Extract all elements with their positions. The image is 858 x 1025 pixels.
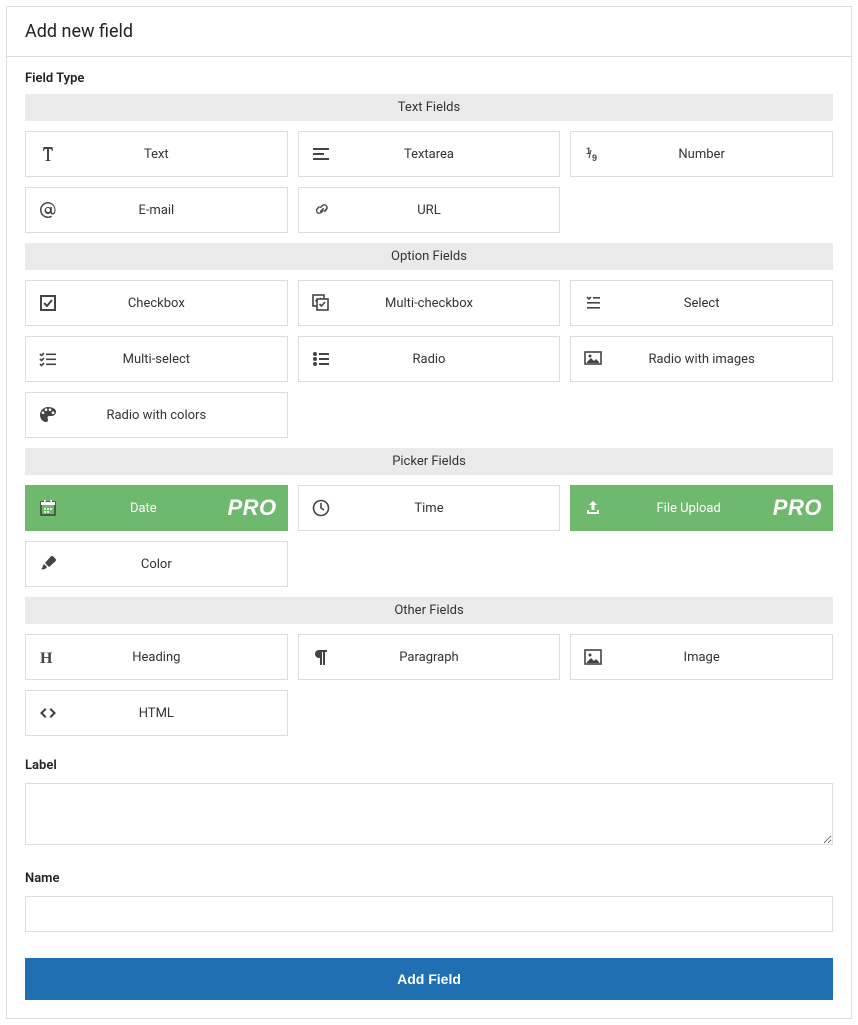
label-input[interactable]: [25, 783, 833, 845]
field-type-grid: Heading Paragraph Image HTML: [25, 634, 833, 736]
field-type-card-paragraph[interactable]: Paragraph: [298, 634, 561, 680]
field-type-card-radio-with-images[interactable]: Radio with images: [570, 336, 833, 382]
link-icon: [299, 200, 343, 220]
field-type-label: Radio with colors: [70, 408, 287, 423]
field-type-label: Select: [615, 296, 832, 311]
checkbox-icon: [26, 293, 70, 313]
field-type-label: URL: [343, 203, 560, 218]
field-type-label: Checkbox: [70, 296, 287, 311]
field-type-card-select[interactable]: Select: [570, 280, 833, 326]
clock-icon: [299, 498, 343, 518]
upload-icon: [571, 498, 615, 518]
field-type-label: Field Type: [25, 71, 833, 86]
field-type-label: Radio: [343, 352, 560, 367]
field-type-label: Color: [70, 557, 287, 572]
group-header: Picker Fields: [25, 448, 833, 475]
add-field-button[interactable]: Add Field: [25, 958, 833, 1000]
palette-icon: [26, 405, 70, 425]
paragraph-icon: [299, 647, 343, 667]
multi-select-icon: [26, 349, 70, 369]
align-left-icon: [299, 144, 343, 164]
field-type-label: Radio with images: [615, 352, 832, 367]
field-type-label: Heading: [70, 650, 287, 665]
pro-badge: PRO: [773, 495, 822, 521]
field-type-card-html[interactable]: HTML: [25, 690, 288, 736]
field-type-card-heading[interactable]: Heading: [25, 634, 288, 680]
field-type-card-multi-checkbox[interactable]: Multi-checkbox: [298, 280, 561, 326]
field-type-card-number[interactable]: Number: [570, 131, 833, 177]
field-type-label: Multi-select: [70, 352, 287, 367]
field-type-card-image[interactable]: Image: [570, 634, 833, 680]
add-field-panel: Add new field Field Type Text Fields Text…: [6, 6, 852, 1019]
radio-list-icon: [299, 349, 343, 369]
field-type-card-textarea[interactable]: Textarea: [298, 131, 561, 177]
field-type-card-color[interactable]: Color: [25, 541, 288, 587]
brush-icon: [26, 554, 70, 574]
field-type-card-date[interactable]: DatePRO: [25, 485, 288, 531]
group-header: Other Fields: [25, 597, 833, 624]
calendar-icon: [26, 498, 70, 518]
field-type-card-file-upload[interactable]: File UploadPRO: [570, 485, 833, 531]
field-type-grid: Checkbox Multi-checkbox Select Multi-select…: [25, 280, 833, 438]
field-type-label: HTML: [70, 706, 287, 721]
select-icon: [571, 293, 615, 313]
image-radio-icon: [571, 349, 615, 369]
at-icon: [26, 200, 70, 220]
image-icon: [571, 647, 615, 667]
label-field-label: Label: [25, 758, 833, 773]
font-icon: [26, 144, 70, 164]
panel-title: Add new field: [7, 7, 851, 57]
field-type-grid: Text Textarea Number E-mail URL: [25, 131, 833, 233]
one-nine-icon: [571, 144, 615, 164]
heading-icon: [26, 647, 70, 667]
code-icon: [26, 703, 70, 723]
field-type-card-time[interactable]: Time: [298, 485, 561, 531]
group-header: Text Fields: [25, 94, 833, 121]
field-type-label: Textarea: [343, 147, 560, 162]
name-input[interactable]: [25, 896, 833, 932]
group-header: Option Fields: [25, 243, 833, 270]
field-type-label: Image: [615, 650, 832, 665]
field-type-card-radio[interactable]: Radio: [298, 336, 561, 382]
field-type-label: Number: [615, 147, 832, 162]
field-type-label: Paragraph: [343, 650, 560, 665]
field-type-card-multi-select[interactable]: Multi-select: [25, 336, 288, 382]
pro-badge: PRO: [227, 495, 276, 521]
name-field-label: Name: [25, 871, 833, 886]
field-type-grid: DatePRO Time File UploadPRO Color: [25, 485, 833, 587]
field-type-card-radio-with-colors[interactable]: Radio with colors: [25, 392, 288, 438]
field-type-label: Text: [70, 147, 287, 162]
field-type-card-text[interactable]: Text: [25, 131, 288, 177]
field-type-card-checkbox[interactable]: Checkbox: [25, 280, 288, 326]
field-type-label: E-mail: [70, 203, 287, 218]
field-type-card-e-mail[interactable]: E-mail: [25, 187, 288, 233]
field-type-label: Multi-checkbox: [343, 296, 560, 311]
field-type-card-url[interactable]: URL: [298, 187, 561, 233]
field-type-label: Time: [343, 501, 560, 516]
multi-checkbox-icon: [299, 293, 343, 313]
